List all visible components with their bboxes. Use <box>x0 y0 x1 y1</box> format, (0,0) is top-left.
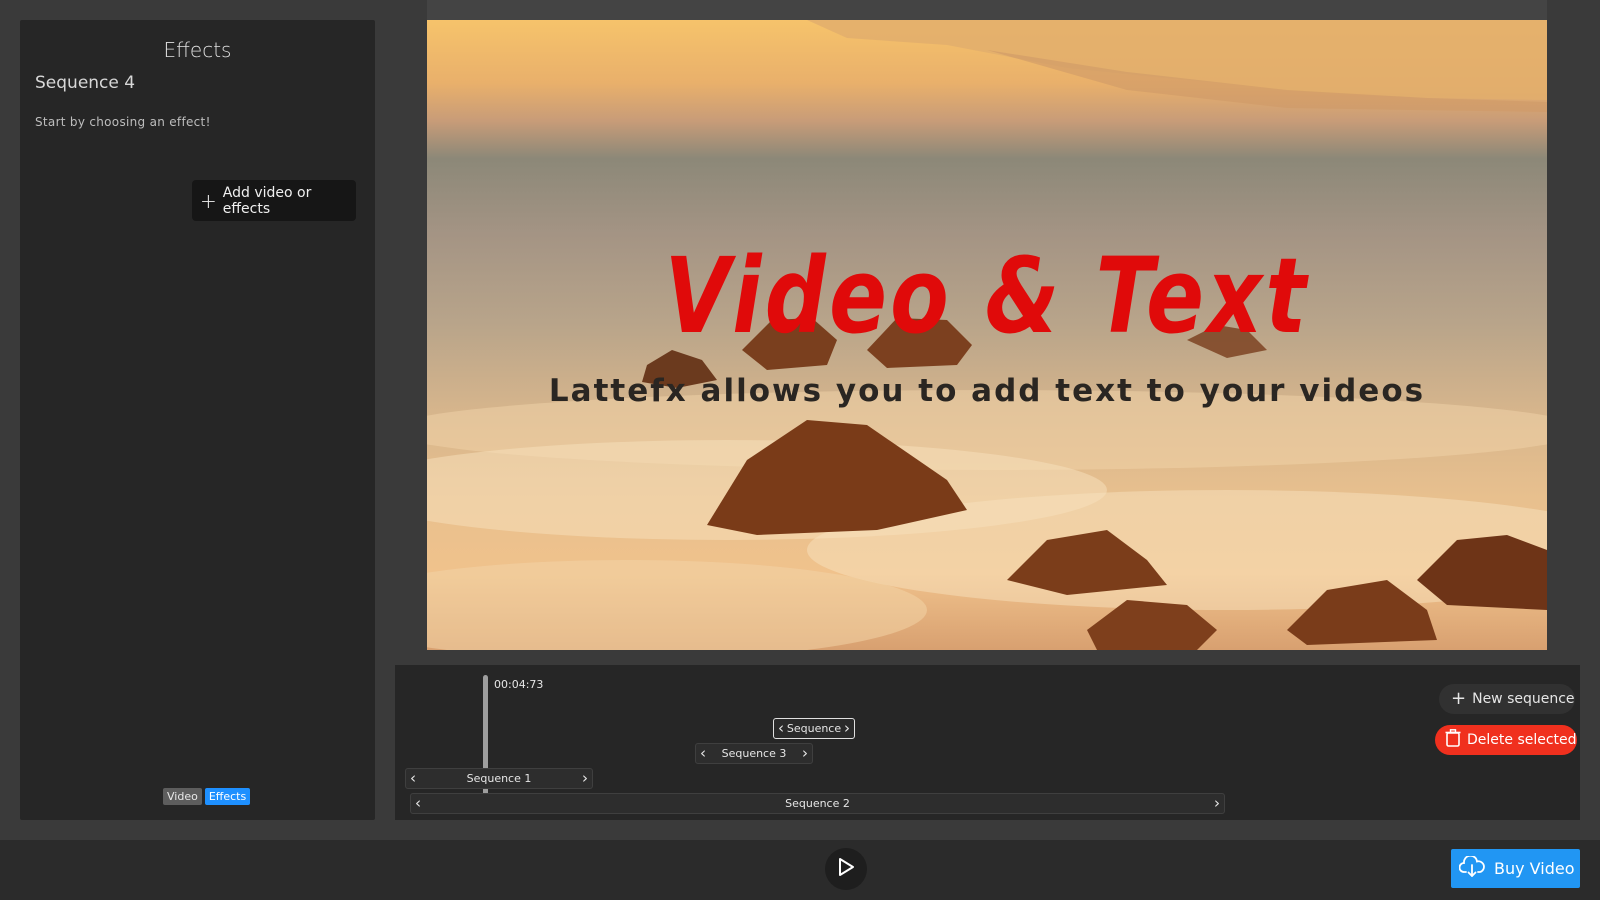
timeline-clip-sequence-1[interactable]: ‹ Sequence 1 › <box>405 768 593 789</box>
preview-title-text: Video & Text <box>664 235 1310 357</box>
clip-label: Sequence <box>786 722 842 735</box>
timeline-clip-sequence-4[interactable]: ‹ Sequence › <box>773 718 855 739</box>
buy-video-button[interactable]: Buy Video <box>1451 849 1580 888</box>
bottom-bar: Buy Video <box>0 840 1600 900</box>
play-button[interactable] <box>825 848 867 890</box>
sequence-name: Sequence 4 <box>35 73 136 93</box>
play-icon <box>837 857 855 881</box>
effects-hint: Start by choosing an effect! <box>35 115 211 129</box>
effects-panel-title: Effects <box>163 38 232 62</box>
add-button-label: Add video or effects <box>222 184 312 217</box>
delete-selected-button[interactable]: Delete selected <box>1435 725 1577 755</box>
preview-header-strip <box>427 0 1547 20</box>
effects-panel: Effects Sequence 4 Start by choosing an … <box>20 20 375 820</box>
preview-subtitle-text: Lattefx allows you to add text to your v… <box>548 373 1426 409</box>
chevron-right-icon[interactable]: › <box>582 771 588 786</box>
add-video-or-effects-button[interactable]: + Add video or effects <box>192 180 356 221</box>
new-sequence-label: New sequence <box>1472 691 1575 707</box>
chevron-right-icon[interactable]: › <box>1214 796 1220 811</box>
buy-video-label: Buy Video <box>1494 859 1575 878</box>
chevron-right-icon[interactable]: › <box>802 746 808 761</box>
mode-video-button[interactable]: Video <box>163 788 202 805</box>
chevron-right-icon[interactable]: › <box>844 721 850 736</box>
playhead-time: 00:04:73 <box>494 678 544 691</box>
clip-label: Sequence 1 <box>466 772 532 785</box>
plus-icon: + <box>200 188 217 213</box>
new-sequence-button[interactable]: + New sequence <box>1439 684 1575 714</box>
timeline[interactable]: 00:04:73 ‹ Sequence › ‹ Sequence 3 › ‹ S… <box>395 665 1580 820</box>
timeline-clip-sequence-3[interactable]: ‹ Sequence 3 › <box>695 743 813 764</box>
clip-label: Sequence 3 <box>721 747 787 760</box>
mode-toggle: Video Effects <box>163 788 251 805</box>
playhead-handle[interactable] <box>483 675 488 810</box>
trash-icon <box>1445 729 1461 751</box>
timeline-clip-sequence-2[interactable]: ‹ Sequence 2 › <box>410 793 1225 814</box>
video-preview[interactable]: Video & Text Lattefx allows you to add t… <box>427 20 1547 650</box>
clip-label: Sequence 2 <box>785 797 850 810</box>
mode-effects-button[interactable]: Effects <box>204 788 251 805</box>
delete-selected-label: Delete selected <box>1467 732 1577 748</box>
cloud-download-icon <box>1458 854 1485 882</box>
plus-icon: + <box>1451 688 1467 709</box>
